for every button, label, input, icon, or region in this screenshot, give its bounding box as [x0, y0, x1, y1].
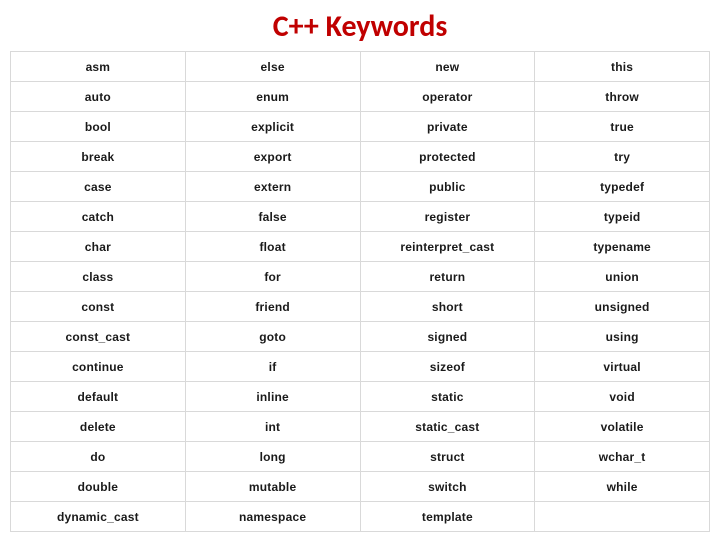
keyword-cell: wchar_t: [535, 442, 710, 472]
keyword-cell: extern: [185, 172, 360, 202]
keyword-cell: public: [360, 172, 535, 202]
keyword-cell: void: [535, 382, 710, 412]
keyword-cell: static_cast: [360, 412, 535, 442]
keyword-cell: namespace: [185, 502, 360, 532]
keyword-cell: for: [185, 262, 360, 292]
table-row: autoenumoperatorthrow: [11, 82, 710, 112]
keyword-cell: virtual: [535, 352, 710, 382]
keyword-cell: typedef: [535, 172, 710, 202]
keyword-cell: friend: [185, 292, 360, 322]
keyword-cell: try: [535, 142, 710, 172]
table-row: catchfalseregistertypeid: [11, 202, 710, 232]
table-row: dolongstructwchar_t: [11, 442, 710, 472]
table-row: breakexportprotectedtry: [11, 142, 710, 172]
keyword-cell: continue: [11, 352, 186, 382]
keyword-cell: reinterpret_cast: [360, 232, 535, 262]
keyword-cell: typeid: [535, 202, 710, 232]
keyword-cell: double: [11, 472, 186, 502]
keyword-cell: [535, 502, 710, 532]
keyword-cell: using: [535, 322, 710, 352]
keyword-cell: while: [535, 472, 710, 502]
keyword-cell: auto: [11, 82, 186, 112]
keyword-cell: delete: [11, 412, 186, 442]
keyword-cell: false: [185, 202, 360, 232]
keyword-cell: short: [360, 292, 535, 322]
keyword-cell: unsigned: [535, 292, 710, 322]
table-row: dynamic_castnamespacetemplate: [11, 502, 710, 532]
keyword-cell: bool: [11, 112, 186, 142]
keyword-cell: else: [185, 52, 360, 82]
keyword-cell: int: [185, 412, 360, 442]
table-row: classforreturnunion: [11, 262, 710, 292]
keyword-cell: switch: [360, 472, 535, 502]
keyword-cell: break: [11, 142, 186, 172]
table-row: defaultinlinestaticvoid: [11, 382, 710, 412]
keyword-cell: catch: [11, 202, 186, 232]
keyword-cell: float: [185, 232, 360, 262]
table-row: asmelsenewthis: [11, 52, 710, 82]
keyword-cell: operator: [360, 82, 535, 112]
table-row: caseexternpublictypedef: [11, 172, 710, 202]
keyword-cell: template: [360, 502, 535, 532]
keyword-cell: do: [11, 442, 186, 472]
keyword-cell: sizeof: [360, 352, 535, 382]
keyword-cell: return: [360, 262, 535, 292]
keyword-cell: if: [185, 352, 360, 382]
page-title: C++ Keywords: [0, 0, 720, 51]
table-row: boolexplicitprivatetrue: [11, 112, 710, 142]
keyword-cell: throw: [535, 82, 710, 112]
keyword-cell: default: [11, 382, 186, 412]
keyword-cell: private: [360, 112, 535, 142]
table-row: charfloatreinterpret_casttypename: [11, 232, 710, 262]
keyword-cell: goto: [185, 322, 360, 352]
keyword-cell: signed: [360, 322, 535, 352]
table-row: doublemutableswitchwhile: [11, 472, 710, 502]
keyword-cell: const_cast: [11, 322, 186, 352]
keyword-cell: this: [535, 52, 710, 82]
keyword-cell: long: [185, 442, 360, 472]
keyword-cell: new: [360, 52, 535, 82]
keyword-cell: const: [11, 292, 186, 322]
table-row: const_castgotosignedusing: [11, 322, 710, 352]
keyword-cell: asm: [11, 52, 186, 82]
keyword-cell: union: [535, 262, 710, 292]
keyword-cell: dynamic_cast: [11, 502, 186, 532]
keyword-cell: class: [11, 262, 186, 292]
keyword-cell: explicit: [185, 112, 360, 142]
table-row: continueifsizeofvirtual: [11, 352, 710, 382]
keyword-cell: typename: [535, 232, 710, 262]
keywords-table: asmelsenewthisautoenumoperatorthrowboole…: [10, 51, 710, 532]
table-row: constfriendshortunsigned: [11, 292, 710, 322]
keyword-cell: protected: [360, 142, 535, 172]
keyword-cell: export: [185, 142, 360, 172]
keyword-cell: mutable: [185, 472, 360, 502]
keyword-cell: true: [535, 112, 710, 142]
keywords-table-wrap: asmelsenewthisautoenumoperatorthrowboole…: [0, 51, 720, 532]
keyword-cell: static: [360, 382, 535, 412]
keyword-cell: case: [11, 172, 186, 202]
keyword-cell: struct: [360, 442, 535, 472]
keyword-cell: register: [360, 202, 535, 232]
keyword-cell: volatile: [535, 412, 710, 442]
keyword-cell: inline: [185, 382, 360, 412]
keyword-cell: enum: [185, 82, 360, 112]
keyword-cell: char: [11, 232, 186, 262]
table-row: deleteintstatic_castvolatile: [11, 412, 710, 442]
